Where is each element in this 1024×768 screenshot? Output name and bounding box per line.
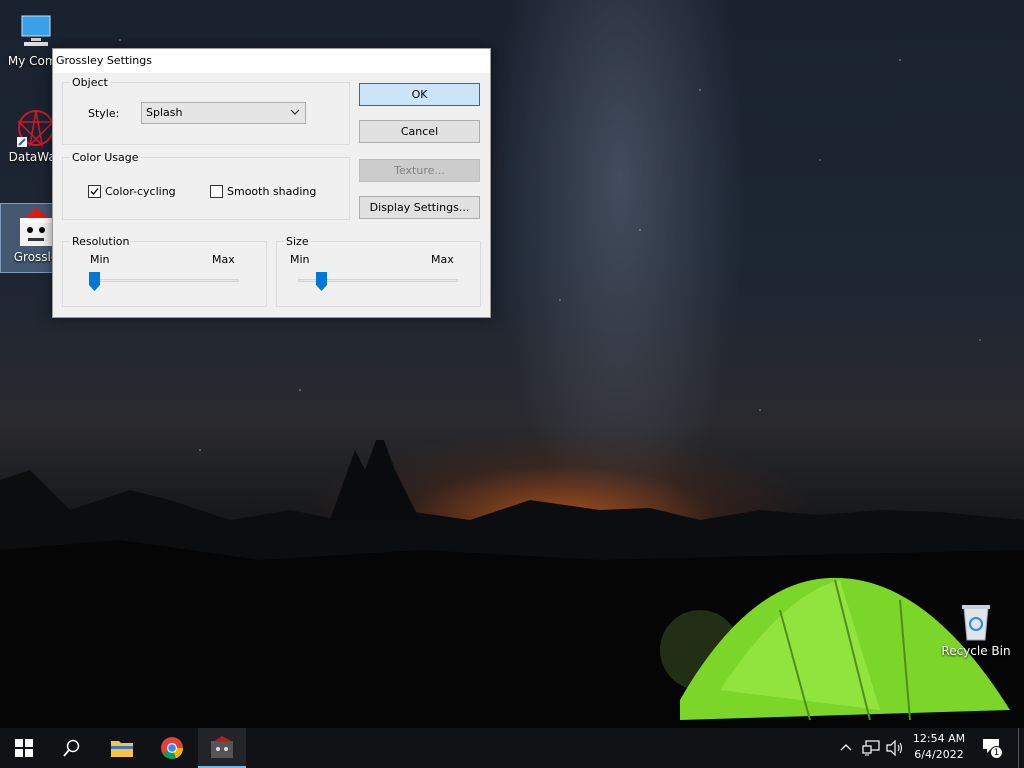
display-settings-button[interactable]: Display Settings... [359,196,480,219]
checkbox-box [88,185,101,198]
computer-icon [16,12,56,52]
size-min-label: Min [290,253,310,266]
chevron-up-icon[interactable] [840,742,852,754]
texture-button[interactable]: Texture... [359,159,480,182]
desktop-icon-recycle-bin[interactable]: Recycle Bin [938,598,1014,658]
color-usage-group-label: Color Usage [70,151,141,164]
grossley-settings-dialog: Grossley Settings Object Style: Splash C… [52,48,491,318]
file-explorer-icon [111,741,133,757]
chrome-button[interactable] [148,728,196,768]
resolution-min-label: Min [90,253,110,266]
windows-logo-icon [15,739,33,757]
resolution-group-label: Resolution [70,235,132,248]
start-button[interactable] [0,728,48,768]
network-icon[interactable] [862,740,880,756]
taskbar: 12:54 AM 6/4/2022 1 [0,728,1024,768]
chrome-icon [161,737,184,760]
checkbox-box [210,185,223,198]
file-explorer-button[interactable] [98,728,146,768]
smooth-shading-checkbox[interactable]: Smooth shading [210,185,316,198]
style-select-value: Splash [146,106,183,119]
search-button[interactable] [48,728,96,768]
style-label: Style: [88,107,120,120]
recycle-bin-icon [956,602,996,642]
clock-time: 12:54 AM [912,732,966,745]
clock-date: 6/4/2022 [914,748,964,761]
search-icon [63,739,80,757]
color-cycling-label: Color-cycling [105,185,176,198]
chevron-down-icon [290,109,300,115]
size-group-label: Size [284,235,311,248]
dialog-title: Grossley Settings [53,49,490,73]
grossley-app-icon [211,736,233,758]
size-slider-thumb[interactable] [315,272,327,291]
style-select[interactable]: Splash [141,102,306,124]
notifications-button[interactable]: 1 [982,738,1004,760]
resolution-max-label: Max [212,253,235,266]
volume-icon[interactable] [886,740,904,756]
clock[interactable]: 12:54 AM 6/4/2022 [908,732,970,761]
notification-count-badge: 1 [990,746,1003,759]
checkmark-icon [90,188,99,195]
size-group: Size [276,235,481,307]
show-desktop-button[interactable] [1018,728,1024,768]
size-max-label: Max [431,253,454,266]
resolution-slider-thumb[interactable] [89,272,100,291]
grossley-taskbar-button[interactable] [198,728,246,768]
resolution-slider-track[interactable] [89,279,239,282]
color-cycling-checkbox[interactable]: Color-cycling [88,185,176,198]
ok-button[interactable]: OK [359,83,480,106]
desktop-icon-label: Recycle Bin [941,644,1011,658]
smooth-shading-label: Smooth shading [227,185,317,198]
cancel-button[interactable]: Cancel [359,120,480,143]
object-group-label: Object [70,76,110,89]
datawag-icon [16,108,56,148]
grossley-icon [16,208,56,248]
